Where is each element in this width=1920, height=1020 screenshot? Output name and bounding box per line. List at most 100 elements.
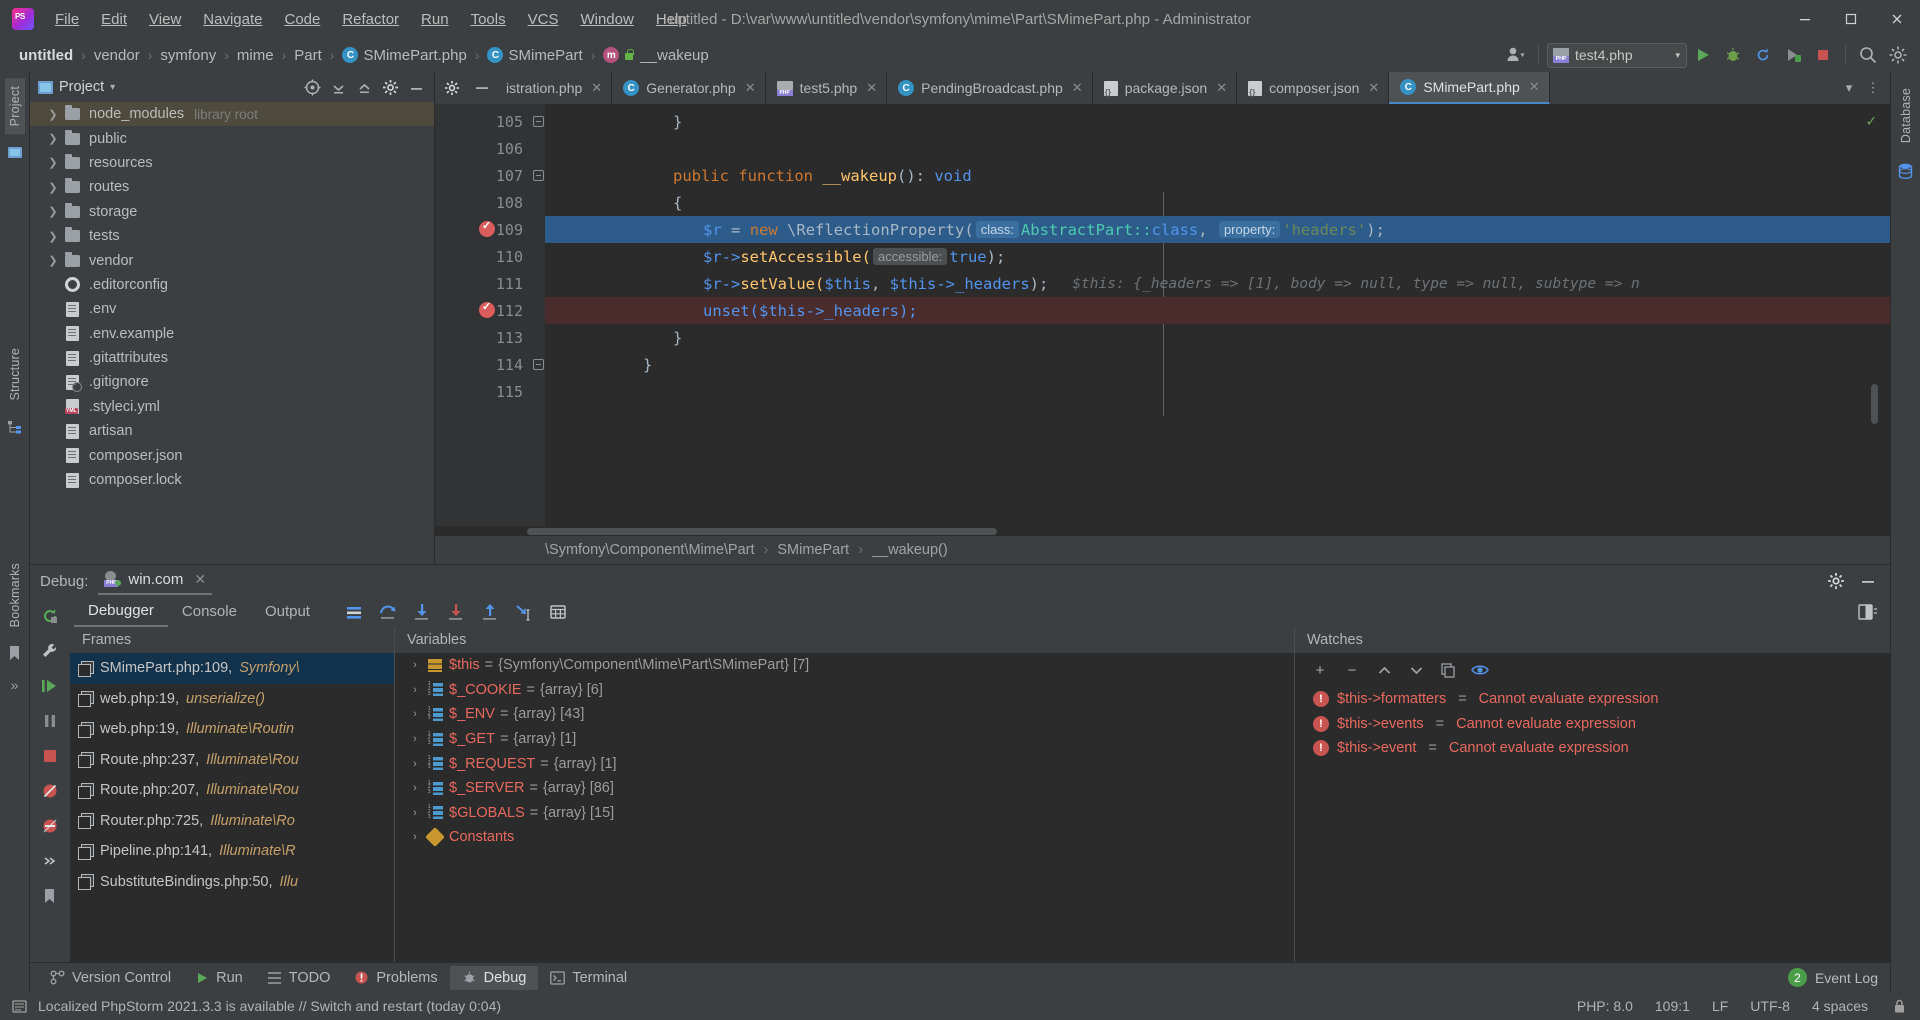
menu-view[interactable]: View: [138, 7, 192, 32]
sidebar-item-project[interactable]: Project: [5, 78, 25, 134]
frame-item[interactable]: Pipeline.php:141,Illuminate\R: [70, 836, 394, 867]
gutter-line-110[interactable]: 110: [435, 243, 531, 270]
tab-console[interactable]: Console: [168, 599, 251, 626]
tab-package-json[interactable]: package.json ✕: [1093, 72, 1237, 104]
event-log-label[interactable]: Event Log: [1815, 970, 1878, 986]
watch-row[interactable]: !$this->events=Cannot evaluate expressio…: [1295, 712, 1890, 737]
tab-composer-json[interactable]: composer.json ✕: [1237, 72, 1389, 104]
run-configuration-selector[interactable]: PHP test4.php ▾: [1547, 43, 1687, 68]
php-version-indicator[interactable]: PHP: 8.0: [1577, 998, 1633, 1014]
project-tree[interactable]: ❯node_moduleslibrary root❯public❯resourc…: [30, 102, 434, 564]
code-editor[interactable]: 105106107108109110111112113114115 } publ…: [435, 104, 1890, 526]
tab-output[interactable]: Output: [251, 599, 324, 626]
run-to-cursor-icon[interactable]: [512, 600, 536, 624]
bottom-tab-version-control[interactable]: Version Control: [38, 966, 183, 990]
tree-item-resources[interactable]: ❯resources: [30, 151, 434, 175]
breadcrumb-mime[interactable]: mime: [234, 45, 277, 66]
target-icon[interactable]: [300, 75, 324, 99]
maximize-button[interactable]: [1828, 0, 1874, 38]
more-options-icon[interactable]: ⋮: [1862, 76, 1884, 100]
close-icon[interactable]: ✕: [866, 80, 877, 96]
tree-item-artisan[interactable]: artisan: [30, 419, 434, 443]
tree-item--gitignore[interactable]: .gitignore: [30, 370, 434, 394]
breadcrumb-smimepart-class[interactable]: C SMimePart: [484, 45, 585, 66]
breadcrumb-symfony[interactable]: symfony: [157, 45, 219, 66]
fold-marker-107[interactable]: [531, 162, 545, 189]
gear-icon[interactable]: [1824, 569, 1848, 593]
caret-position[interactable]: 109:1: [1655, 998, 1690, 1014]
menu-edit[interactable]: Edit: [90, 7, 138, 32]
debug-icon[interactable]: [1719, 42, 1747, 68]
tree-item--env-example[interactable]: .env.example: [30, 322, 434, 346]
force-step-into-icon[interactable]: [444, 600, 468, 624]
chevron-right-icon[interactable]: ›: [405, 758, 425, 770]
stop-icon[interactable]: [1809, 42, 1837, 68]
chevron-right-icon[interactable]: ›: [405, 831, 425, 843]
rerun-icon[interactable]: [1749, 42, 1777, 68]
close-icon[interactable]: ✕: [745, 80, 756, 96]
chevron-right-icon[interactable]: ›: [405, 782, 425, 794]
chevron-right-icon[interactable]: ❯: [42, 132, 64, 145]
fold-toggle-icon[interactable]: [533, 170, 544, 181]
add-watch-icon[interactable]: +: [1309, 659, 1331, 681]
gutter-line-112[interactable]: 112: [435, 297, 531, 324]
tab-debugger[interactable]: Debugger: [74, 598, 168, 627]
minimize-panel-icon[interactable]: [404, 75, 428, 99]
chevron-right-icon[interactable]: ›: [405, 733, 425, 745]
breadcrumb-part[interactable]: Part: [291, 45, 325, 66]
gutter-line-115[interactable]: 115: [435, 378, 531, 405]
variable-row[interactable]: ›123$_SERVER={array} [86]: [395, 776, 1294, 801]
frame-item[interactable]: web.php:19,Illuminate\Routin: [70, 714, 394, 745]
coverage-icon[interactable]: [1779, 42, 1807, 68]
step-over-icon[interactable]: [376, 600, 400, 624]
settings-wrench-icon[interactable]: [37, 638, 63, 664]
bottom-tab-todo[interactable]: TODO: [255, 966, 343, 990]
menu-file[interactable]: File: [44, 7, 90, 32]
tree-item-routes[interactable]: ❯routes: [30, 175, 434, 199]
chevron-right-icon[interactable]: ›: [405, 807, 425, 819]
bottom-tab-run[interactable]: Run: [183, 966, 255, 990]
frames-list[interactable]: SMimePart.php:109,Symfony\web.php:19,uns…: [70, 653, 394, 962]
remove-watch-icon[interactable]: −: [1341, 659, 1363, 681]
gear-icon[interactable]: [378, 75, 402, 99]
close-icon[interactable]: ✕: [1072, 80, 1083, 96]
tab-gear-icon[interactable]: [435, 72, 469, 104]
move-down-icon[interactable]: [1405, 659, 1427, 681]
chevron-right-icon[interactable]: ❯: [42, 108, 64, 121]
source-code[interactable]: } public function __wakeup(): void { $r …: [545, 104, 1890, 526]
tree-item-storage[interactable]: ❯storage: [30, 200, 434, 224]
variable-row[interactable]: ›123$_COOKIE={array} [6]: [395, 678, 1294, 703]
chevron-right-icon[interactable]: ›: [405, 659, 425, 671]
lock-icon[interactable]: [1890, 997, 1908, 1015]
breadcrumb-class[interactable]: SMimePart: [777, 542, 849, 558]
inspection-status-icon[interactable]: ✓: [1866, 111, 1876, 130]
stop-icon[interactable]: [37, 743, 63, 769]
frame-item[interactable]: Route.php:207,Illuminate\Rou: [70, 775, 394, 806]
tree-item--styleci-yml[interactable]: .styleci.yml: [30, 395, 434, 419]
variable-row[interactable]: ›123$_ENV={array} [43]: [395, 702, 1294, 727]
line-number-gutter[interactable]: 105106107108109110111112113114115: [435, 104, 531, 526]
fold-toggle-icon[interactable]: [533, 359, 544, 370]
run-icon[interactable]: [1689, 42, 1717, 68]
chevron-right-icon[interactable]: ❯: [42, 254, 64, 267]
evaluate-expression-icon[interactable]: [546, 600, 570, 624]
minimize-panel-icon[interactable]: [1856, 569, 1880, 593]
frames-icon[interactable]: [342, 600, 366, 624]
gutter-line-107[interactable]: 107: [435, 162, 531, 189]
variable-row[interactable]: ›$this={Symfony\Component\Mime\Part\SMim…: [395, 653, 1294, 678]
copy-icon[interactable]: [1437, 659, 1459, 681]
fold-marker-105[interactable]: [531, 108, 545, 135]
breadcrumb-method[interactable]: __wakeup(): [872, 542, 948, 558]
tree-item-node-modules[interactable]: ❯node_moduleslibrary root: [30, 102, 434, 126]
breadcrumb-untitled[interactable]: untitled: [16, 45, 76, 66]
breadcrumb-vendor[interactable]: vendor: [91, 45, 143, 66]
tab-pendingbroadcast-php[interactable]: C PendingBroadcast.php ✕: [887, 72, 1093, 104]
menu-run[interactable]: Run: [410, 7, 460, 32]
rerun-icon[interactable]: [37, 603, 63, 629]
horizontal-scrollbar[interactable]: [435, 526, 1890, 536]
close-icon[interactable]: ✕: [591, 80, 602, 96]
watches-list[interactable]: !$this->formatters=Cannot evaluate expre…: [1295, 687, 1890, 761]
bookmark-strip-icon[interactable]: [37, 883, 63, 909]
pause-program-icon[interactable]: [37, 708, 63, 734]
watch-row[interactable]: !$this->event=Cannot evaluate expression: [1295, 736, 1890, 761]
